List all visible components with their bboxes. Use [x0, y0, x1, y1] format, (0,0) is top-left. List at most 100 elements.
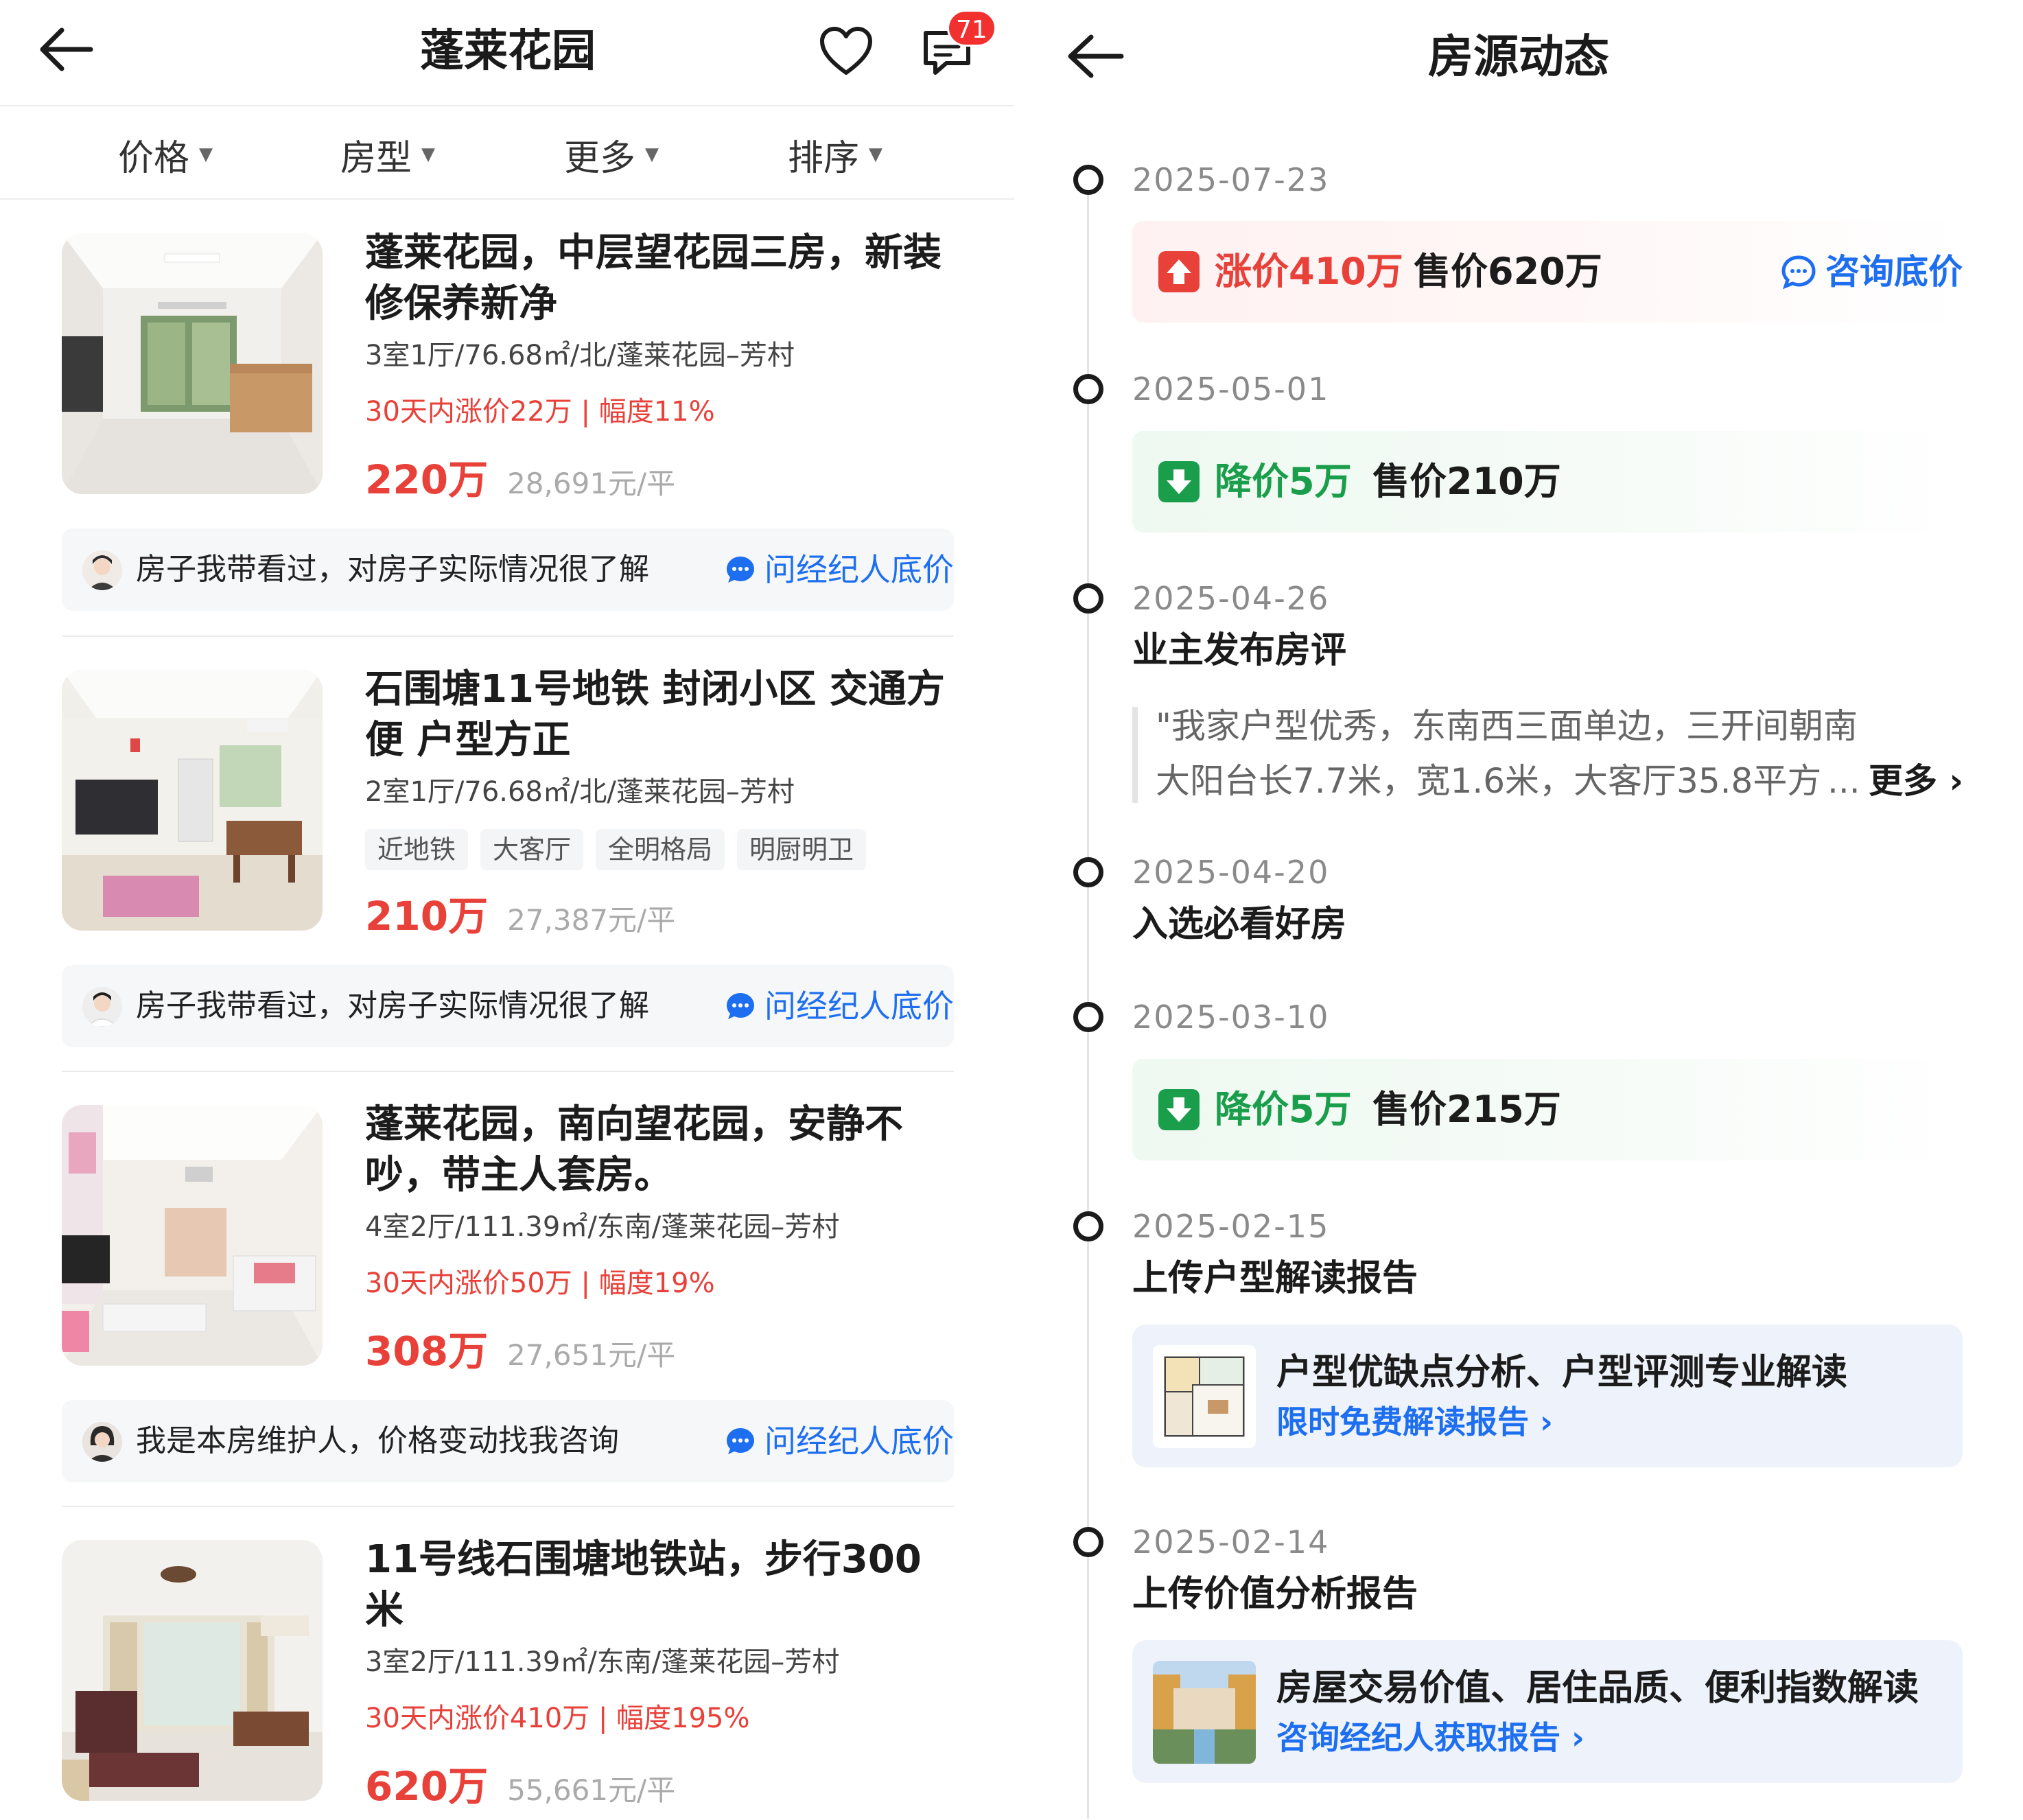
agent-bar[interactable]: 房子我带看过，对房子实际情况很了解 问经纪人底价 [62, 965, 954, 1047]
report-link[interactable]: 限时免费解读报告 › [1276, 1400, 1553, 1444]
price-change-amount: 降价5万 [1215, 1088, 1352, 1131]
page-title: 房源动态 [1428, 30, 1609, 83]
arrow-up-icon [1158, 251, 1200, 292]
event-date: 2025-02-14 [1132, 1524, 1330, 1561]
filter-label: 价格 [118, 137, 190, 179]
quote-bar [1132, 707, 1138, 803]
avatar [82, 1422, 122, 1462]
arrow-down-icon [1158, 1089, 1200, 1130]
ask-agent-button[interactable]: 问经纪人底价 [725, 548, 954, 592]
more-button[interactable]: 更多 › [1869, 754, 1963, 808]
chat-bubble-icon [727, 1428, 754, 1454]
review-quote-line: 大阳台长7.7米，宽1.6米，大客厅35.8平方 [1156, 761, 1822, 801]
timeline-node [1073, 1527, 1103, 1557]
event-title: 上传价值分析报告 [1132, 1574, 1418, 1615]
report-link[interactable]: 咨询经纪人获取报告 › [1276, 1716, 1585, 1760]
price-change: 30天内涨价50万 | 幅度19% [365, 1268, 715, 1299]
chat-bubble-icon [727, 557, 754, 583]
ask-agent-button[interactable]: 问经纪人底价 [725, 984, 954, 1028]
tag: 大客厅 [480, 829, 584, 870]
filter-price[interactable]: 价格 ▼ [118, 127, 213, 182]
chevron-right-icon: › [1937, 761, 1964, 801]
total-price: 308万 [365, 1328, 489, 1375]
event-date: 2025-07-23 [1132, 161, 1330, 198]
sale-price: 售价210万 [1372, 460, 1561, 503]
price-change-box: 降价5万 售价215万 [1132, 1059, 1963, 1160]
total-price: 210万 [365, 893, 489, 940]
filter-bar: 价格 ▼ 房型 ▼ 更多 ▼ 排序 ▼ [0, 108, 1016, 200]
price-change-box: 降价5万 售价210万 [1132, 431, 1963, 533]
timeline-node [1073, 374, 1103, 404]
event-date: 2025-05-01 [1132, 371, 1330, 408]
price-change: 30天内涨价22万 | 幅度11% [365, 396, 715, 428]
timeline-panel: 房源动态 2025-07-23 涨价410万 售价620万 咨询底价 2025-… [1014, 0, 2023, 1820]
agent-bar[interactable]: 房子我带看过，对房子实际情况很了解 问经纪人底价 [62, 528, 954, 611]
event-title: 入选必看好房 [1132, 904, 1347, 945]
event-date: 2025-04-20 [1132, 854, 1330, 891]
tag: 全明格局 [596, 829, 725, 870]
listing-photo [62, 233, 323, 494]
report-link-label: 咨询经纪人获取报告 [1276, 1719, 1560, 1756]
listing-price: 308万 27,651元/平 [365, 1319, 675, 1377]
ask-agent-label: 问经纪人底价 [764, 551, 954, 588]
price-change-amount: 涨价410万 [1215, 250, 1403, 293]
agent-note: 房子我带看过，对房子实际情况很了解 [136, 988, 649, 1023]
favorite-button[interactable] [815, 21, 877, 82]
price-change-amount: 降价5万 [1215, 460, 1352, 503]
review-quote-line: "我家户型优秀，东南西三面单边，三开间朝南， [1156, 706, 1862, 746]
listing-tags: 近地铁 大客厅 全明格局 明厨明卫 [365, 829, 867, 870]
quote-ellipsis: ... [1827, 761, 1860, 801]
filter-sort[interactable]: 排序 ▼ [788, 127, 882, 182]
price-change-box: 涨价410万 售价620万 咨询底价 [1132, 221, 1963, 323]
unit-price: 55,661元/平 [507, 1773, 676, 1807]
filter-layout[interactable]: 房型 ▼ [340, 127, 435, 182]
report-title: 房屋交易价值、居住品质、便利指数解读 [1276, 1668, 1919, 1709]
report-link-label: 限时免费解读报告 [1276, 1403, 1529, 1440]
chevron-down-icon: ▼ [421, 144, 436, 165]
ask-agent-button[interactable]: 问经纪人底价 [725, 1419, 954, 1463]
listing-meta: 3室1厅/76.68㎡/北/蓬莱花园–芳村 [365, 340, 795, 371]
listing-title: 石围塘11号地铁 封闭小区 交通方便 户型方正 [365, 667, 945, 762]
listing-title: 11号线石围塘地铁站，步行300米 [365, 1537, 922, 1633]
filter-more[interactable]: 更多 ▼ [564, 127, 659, 182]
agent-note: 我是本房维护人，价格变动找我咨询 [136, 1423, 619, 1458]
agent-note: 房子我带看过，对房子实际情况很了解 [136, 552, 649, 587]
listing-photo [62, 670, 323, 931]
event-date: 2025-02-15 [1132, 1208, 1330, 1245]
unit-price: 27,651元/平 [507, 1338, 676, 1372]
listing-title: 蓬莱花园，中层望花园三房，新装修保养新净 [365, 231, 942, 326]
ask-agent-label: 问经纪人底价 [764, 1423, 954, 1460]
divider [62, 1506, 954, 1507]
event-title: 业主发布房评 [1132, 630, 1347, 671]
nav-bar: 蓬莱花园 71 [0, 0, 1016, 106]
value-report-card[interactable]: 房屋交易价值、居住品质、便利指数解读 咨询经纪人获取报告 › [1132, 1640, 1963, 1783]
total-price: 620万 [365, 1763, 489, 1810]
total-price: 220万 [365, 456, 489, 503]
agent-bar[interactable]: 我是本房维护人，价格变动找我咨询 问经纪人底价 [62, 1400, 954, 1482]
listing-price: 220万 28,691元/平 [365, 447, 675, 505]
unit-price: 28,691元/平 [507, 467, 676, 500]
heart-icon [820, 27, 872, 75]
consult-price-label: 咨询底价 [1825, 252, 1963, 292]
chevron-down-icon: ▼ [199, 144, 213, 165]
chevron-down-icon: ▼ [869, 144, 883, 165]
listing-meta: 4室2厅/111.39㎡/东南/蓬莱花园–芳村 [365, 1211, 840, 1243]
event-date: 2025-03-10 [1132, 999, 1330, 1036]
layout-report-card[interactable]: 户型优缺点分析、户型评测专业解读 限时免费解读报告 › [1132, 1325, 1963, 1467]
listing-photo [62, 1105, 323, 1366]
tag: 明厨明卫 [737, 829, 867, 870]
consult-price-button[interactable]: 咨询底价 [1780, 246, 1963, 298]
divider [62, 1071, 954, 1072]
avatar [82, 550, 122, 590]
timeline-node [1073, 1211, 1103, 1241]
report-title: 户型优缺点分析、户型评测专业解读 [1276, 1352, 1848, 1393]
more-label: 更多 [1869, 761, 1937, 801]
filter-label: 更多 [564, 137, 636, 179]
message-count-badge: 71 [947, 10, 996, 47]
avatar [82, 987, 122, 1027]
unit-price: 27,387元/平 [507, 903, 676, 937]
ask-agent-label: 问经纪人底价 [764, 988, 954, 1025]
sale-price: 售价215万 [1372, 1088, 1561, 1131]
listing-meta: 3室2厅/111.39㎡/东南/蓬莱花园–芳村 [365, 1646, 840, 1678]
chat-bubble-icon [1781, 255, 1816, 290]
